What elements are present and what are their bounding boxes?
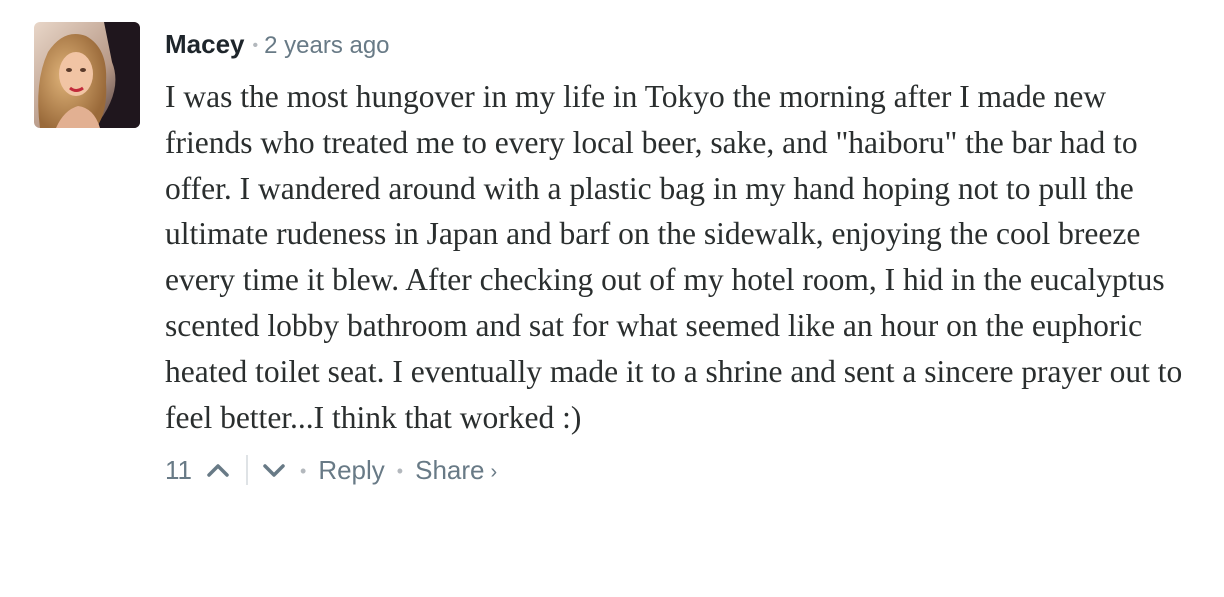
vote-divider xyxy=(246,455,248,486)
comment-content: Macey • 2 years ago I was the most hungove… xyxy=(165,22,1195,490)
comment-header: Macey • 2 years ago xyxy=(165,22,1195,66)
avatar[interactable] xyxy=(34,22,140,128)
chevron-right-icon: › xyxy=(490,460,498,483)
header-separator: • xyxy=(252,37,259,54)
upvote-button[interactable] xyxy=(204,456,232,484)
comment-footer: 11 • Reply • Share › xyxy=(165,450,1195,490)
chevron-down-icon xyxy=(263,464,285,478)
share-button[interactable]: Share › xyxy=(415,455,497,486)
avatar-image xyxy=(34,22,140,128)
author-name[interactable]: Macey xyxy=(165,29,245,59)
timestamp-link[interactable]: 2 years ago xyxy=(264,32,389,59)
share-label: Share xyxy=(415,454,485,485)
downvote-button[interactable] xyxy=(260,456,288,484)
footer-separator: • xyxy=(396,460,404,481)
comment-body: I was the most hungover in my life in To… xyxy=(165,79,1183,435)
reply-button[interactable]: Reply xyxy=(318,455,384,486)
footer-separator: • xyxy=(300,460,307,481)
vote-count: 11 xyxy=(165,454,192,485)
chevron-up-icon xyxy=(207,464,229,478)
